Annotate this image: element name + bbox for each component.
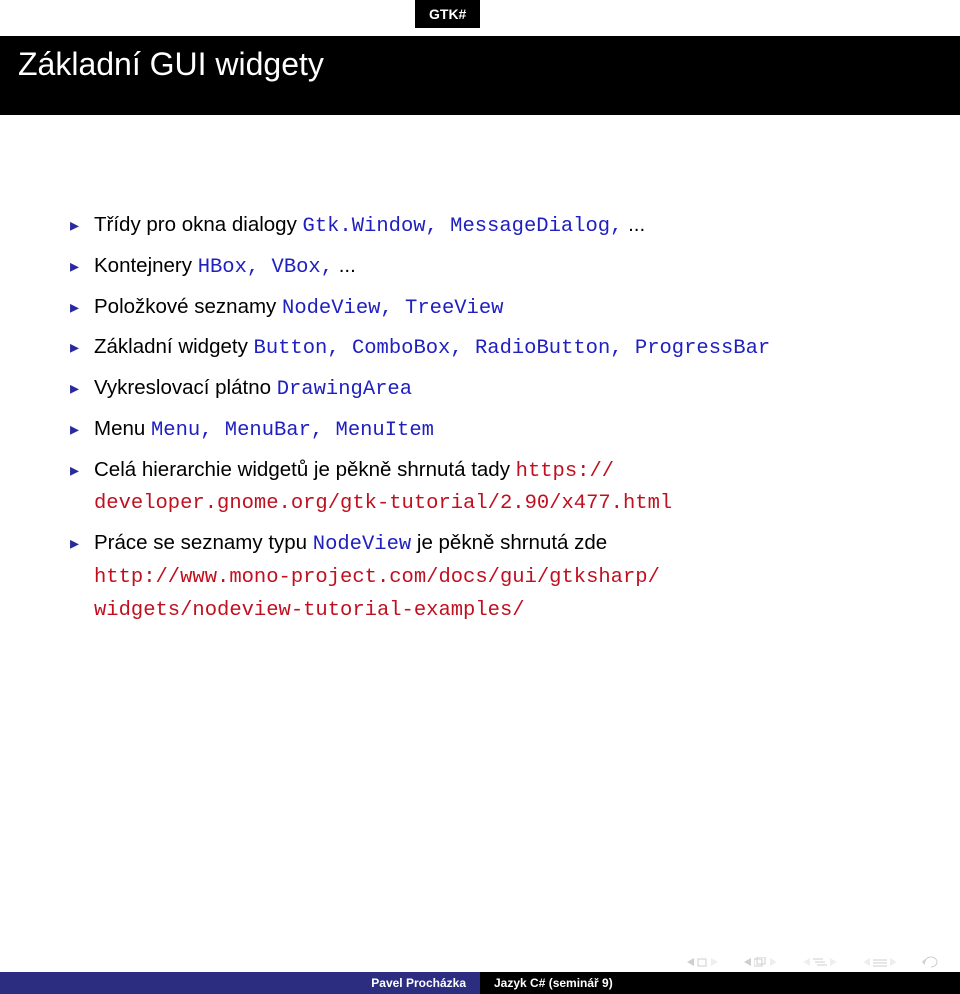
footer-title: Jazyk C# (seminář 9) <box>480 972 960 994</box>
link-text[interactable]: developer.gnome.org/gtk-tutorial/2.90/x4… <box>94 492 672 515</box>
code-text: Menu, MenuBar, MenuItem <box>151 419 434 442</box>
triangle-right-icon <box>889 958 898 967</box>
code-text: NodeView <box>313 533 411 556</box>
bullet-item: Základní widgety Button, ComboBox, Radio… <box>70 332 920 365</box>
code-text: DrawingArea <box>277 378 412 401</box>
triangle-left-icon <box>802 958 811 967</box>
bullet-item: Vykreslovací plátno DrawingArea <box>70 373 920 406</box>
bullet-item: Práce se seznamy typu NodeView je pěkně … <box>70 528 920 626</box>
bullet-text: je pěkně shrnutá zde <box>411 531 607 554</box>
triangle-left-icon <box>743 958 752 967</box>
bullet-text: Celá hierarchie widgetů je pěkně shrnutá… <box>94 458 516 481</box>
bullet-item: Položkové seznamy NodeView, TreeView <box>70 292 920 325</box>
code-text: NodeView, TreeView <box>282 297 503 320</box>
code-text: HBox, VBox, <box>198 256 333 279</box>
square-icon <box>697 958 708 967</box>
triangle-right-icon <box>710 958 719 967</box>
footer-bar: Pavel Procházka Jazyk C# (seminář 9) <box>0 972 960 994</box>
bullet-text: Kontejnery <box>94 254 198 277</box>
triangle-right-icon <box>829 958 838 967</box>
triangle-right-icon <box>769 958 778 967</box>
code-text: Button, ComboBox, RadioButton, ProgressB… <box>254 337 771 360</box>
triangle-left-icon <box>862 958 871 967</box>
slide-title: Základní GUI widgety <box>0 36 960 115</box>
bars-icon <box>873 958 887 967</box>
undo-icon <box>922 956 940 968</box>
triangle-left-icon <box>686 958 695 967</box>
nav-section-group[interactable] <box>802 958 838 967</box>
nav-subsection-group[interactable] <box>862 958 898 967</box>
bullet-item: Třídy pro okna dialogy Gtk.Window, Messa… <box>70 210 920 243</box>
link-text[interactable]: http://www.mono-project.com/docs/gui/gtk… <box>94 566 660 589</box>
bullet-text: Práce se seznamy typu <box>94 531 313 554</box>
footer-author: Pavel Procházka <box>0 972 480 994</box>
frames-icon <box>754 957 767 967</box>
bullet-text: Menu <box>94 417 151 440</box>
beamer-nav <box>686 956 940 968</box>
nav-back-group[interactable] <box>922 956 940 968</box>
nav-slide-group[interactable] <box>686 958 719 967</box>
bullet-text: Vykreslovací plátno <box>94 376 277 399</box>
bars-icon <box>813 958 827 967</box>
code-text: Gtk.Window, MessageDialog, <box>303 215 623 238</box>
bullet-text: ... <box>333 254 356 277</box>
bullet-text: Základní widgety <box>94 335 254 358</box>
nav-frame-group[interactable] <box>743 957 778 967</box>
link-text[interactable]: widgets/nodeview-tutorial-examples/ <box>94 599 525 622</box>
bullet-item: Kontejnery HBox, VBox, ... <box>70 251 920 284</box>
bullet-item: Celá hierarchie widgetů je pěkně shrnutá… <box>70 455 920 521</box>
bullet-text: Položkové seznamy <box>94 295 282 318</box>
bullet-text: ... <box>622 213 645 236</box>
section-badge: GTK# <box>415 0 480 28</box>
link-text[interactable]: https:// <box>516 460 614 483</box>
bullet-text: Třídy pro okna dialogy <box>94 213 303 236</box>
slide-body: Třídy pro okna dialogy Gtk.Window, Messa… <box>70 210 920 634</box>
bullet-item: Menu Menu, MenuBar, MenuItem <box>70 414 920 447</box>
